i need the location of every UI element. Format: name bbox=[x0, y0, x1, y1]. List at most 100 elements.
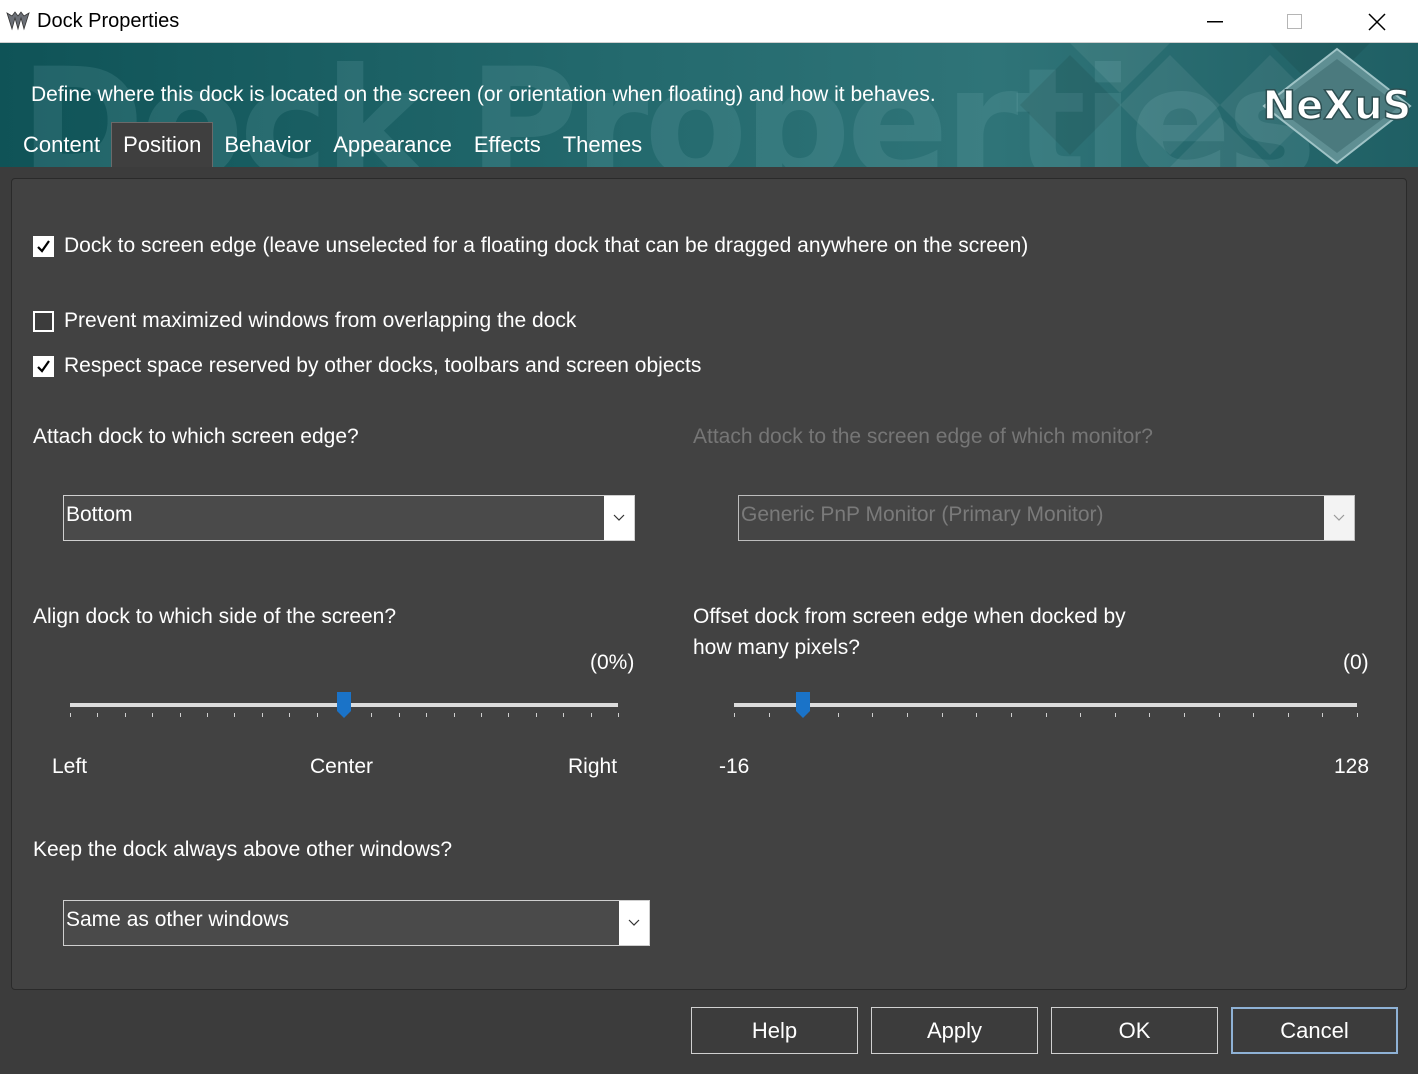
slider-tick bbox=[453, 713, 455, 717]
slider-tick bbox=[563, 713, 565, 717]
monitor-value: Generic PnP Monitor (Primary Monitor) bbox=[741, 503, 1104, 526]
respect-space-label: Respect space reserved by other docks, t… bbox=[64, 354, 702, 377]
slider-tick bbox=[1322, 713, 1324, 717]
checkmark-icon bbox=[37, 239, 50, 253]
slider-tick bbox=[618, 713, 619, 717]
slider-tick bbox=[124, 713, 126, 717]
close-icon bbox=[1368, 12, 1386, 31]
slider-tick bbox=[1218, 713, 1220, 717]
respect-space-checkbox[interactable] bbox=[33, 355, 54, 377]
slider-tick bbox=[152, 713, 154, 717]
offset-slider-thumb[interactable] bbox=[796, 692, 811, 718]
position-panel bbox=[11, 178, 1407, 990]
align-readout: (0%) bbox=[590, 651, 635, 674]
slider-tick bbox=[1080, 713, 1082, 717]
chevron-down-icon[interactable] bbox=[604, 496, 634, 540]
offset-label-line2: how many pixels? bbox=[693, 636, 860, 659]
svg-text:NeXuS: NeXuS bbox=[1263, 83, 1412, 129]
slider-tick bbox=[316, 713, 318, 717]
tab-content[interactable]: Content bbox=[12, 122, 111, 167]
maximize-icon bbox=[1287, 13, 1302, 29]
slider-tick bbox=[590, 713, 592, 717]
close-button[interactable] bbox=[1337, 0, 1417, 43]
slider-tick bbox=[1287, 713, 1289, 717]
align-slider[interactable] bbox=[70, 692, 619, 732]
cancel-button[interactable]: Cancel bbox=[1231, 1007, 1398, 1054]
slider-tick bbox=[371, 713, 373, 717]
slider-tick bbox=[837, 713, 839, 717]
screen-edge-dropdown[interactable]: Bottom bbox=[63, 495, 635, 541]
slider-tick bbox=[1183, 713, 1185, 717]
slider-tick bbox=[1149, 713, 1151, 717]
screen-edge-value: Bottom bbox=[66, 503, 133, 526]
slider-tick bbox=[289, 713, 291, 717]
tab-behavior[interactable]: Behavior bbox=[213, 122, 322, 167]
minimize-button[interactable] bbox=[1175, 0, 1255, 43]
checkmark-icon bbox=[37, 359, 50, 373]
slider-tick bbox=[481, 713, 482, 717]
slider-tick bbox=[535, 713, 537, 717]
minimize-icon bbox=[1207, 20, 1223, 22]
tab-strip: Content Position Behavior Appearance Eff… bbox=[12, 122, 653, 167]
slider-tick bbox=[872, 713, 874, 717]
slider-tick bbox=[207, 713, 208, 717]
prevent-overlap-checkbox[interactable] bbox=[33, 310, 54, 332]
chevron-down-icon bbox=[1324, 496, 1354, 540]
slider-tick bbox=[1114, 713, 1116, 717]
slider-tick bbox=[941, 713, 943, 717]
slider-tick bbox=[1253, 713, 1255, 717]
slider-tick bbox=[1010, 713, 1012, 717]
slider-tick bbox=[97, 713, 99, 717]
tab-appearance[interactable]: Appearance bbox=[322, 122, 463, 167]
offset-slider[interactable] bbox=[734, 692, 1358, 732]
tab-position[interactable]: Position bbox=[111, 122, 214, 167]
slider-tick bbox=[1357, 713, 1358, 717]
banner-description: Define where this dock is located on the… bbox=[31, 83, 936, 106]
tab-effects[interactable]: Effects bbox=[463, 122, 552, 167]
slider-tick bbox=[179, 713, 181, 717]
offset-min-label: -16 bbox=[719, 755, 750, 778]
dock-to-edge-option[interactable]: Dock to screen edge (leave unselected fo… bbox=[33, 234, 1028, 258]
maximize-button[interactable] bbox=[1255, 0, 1335, 43]
prevent-overlap-label: Prevent maximized windows from overlappi… bbox=[64, 309, 577, 332]
help-button[interactable]: Help bbox=[691, 1007, 858, 1054]
slider-tick bbox=[261, 713, 263, 717]
slider-tick bbox=[907, 713, 909, 717]
screen-edge-label: Attach dock to which screen edge? bbox=[33, 425, 359, 448]
align-label: Align dock to which side of the screen? bbox=[33, 605, 397, 628]
zorder-value: Same as other windows bbox=[66, 908, 289, 931]
respect-space-option[interactable]: Respect space reserved by other docks, t… bbox=[33, 354, 701, 378]
offset-slider-track bbox=[734, 703, 1357, 707]
offset-slider-ticks bbox=[734, 713, 1358, 719]
align-right-label: Right bbox=[568, 755, 618, 778]
apply-button[interactable]: Apply bbox=[871, 1007, 1038, 1054]
align-left-label: Left bbox=[52, 755, 88, 778]
title-bar: Dock Properties bbox=[0, 0, 1418, 43]
dock-to-edge-label: Dock to screen edge (leave unselected fo… bbox=[64, 234, 1029, 257]
tab-themes[interactable]: Themes bbox=[552, 122, 653, 167]
prevent-overlap-option[interactable]: Prevent maximized windows from overlappi… bbox=[33, 309, 576, 333]
slider-tick bbox=[768, 713, 770, 717]
chevron-down-icon[interactable] bbox=[619, 901, 649, 945]
align-center-label: Center bbox=[310, 755, 374, 778]
zorder-label: Keep the dock always above other windows… bbox=[33, 838, 453, 861]
align-slider-thumb[interactable] bbox=[337, 692, 351, 718]
slider-tick bbox=[398, 713, 400, 717]
slider-tick bbox=[426, 713, 428, 717]
slider-tick bbox=[234, 713, 236, 717]
zorder-dropdown[interactable]: Same as other windows bbox=[63, 900, 650, 946]
offset-max-label: 128 bbox=[1334, 755, 1370, 778]
offset-label-line1: Offset dock from screen edge when docked… bbox=[693, 605, 1126, 628]
slider-tick bbox=[508, 713, 510, 717]
monitor-label: Attach dock to the screen edge of which … bbox=[693, 425, 1153, 448]
dock-to-edge-checkbox[interactable] bbox=[33, 235, 54, 257]
ok-button[interactable]: OK bbox=[1051, 1007, 1218, 1054]
nexus-logo: NeXuS bbox=[1262, 47, 1412, 165]
slider-tick bbox=[1045, 713, 1047, 717]
monitor-dropdown: Generic PnP Monitor (Primary Monitor) bbox=[738, 495, 1355, 541]
slider-tick bbox=[734, 713, 735, 717]
winstep-app-icon[interactable] bbox=[6, 10, 30, 32]
slider-tick bbox=[70, 713, 71, 717]
offset-readout: (0) bbox=[1343, 651, 1369, 674]
window-title: Dock Properties bbox=[37, 10, 180, 32]
